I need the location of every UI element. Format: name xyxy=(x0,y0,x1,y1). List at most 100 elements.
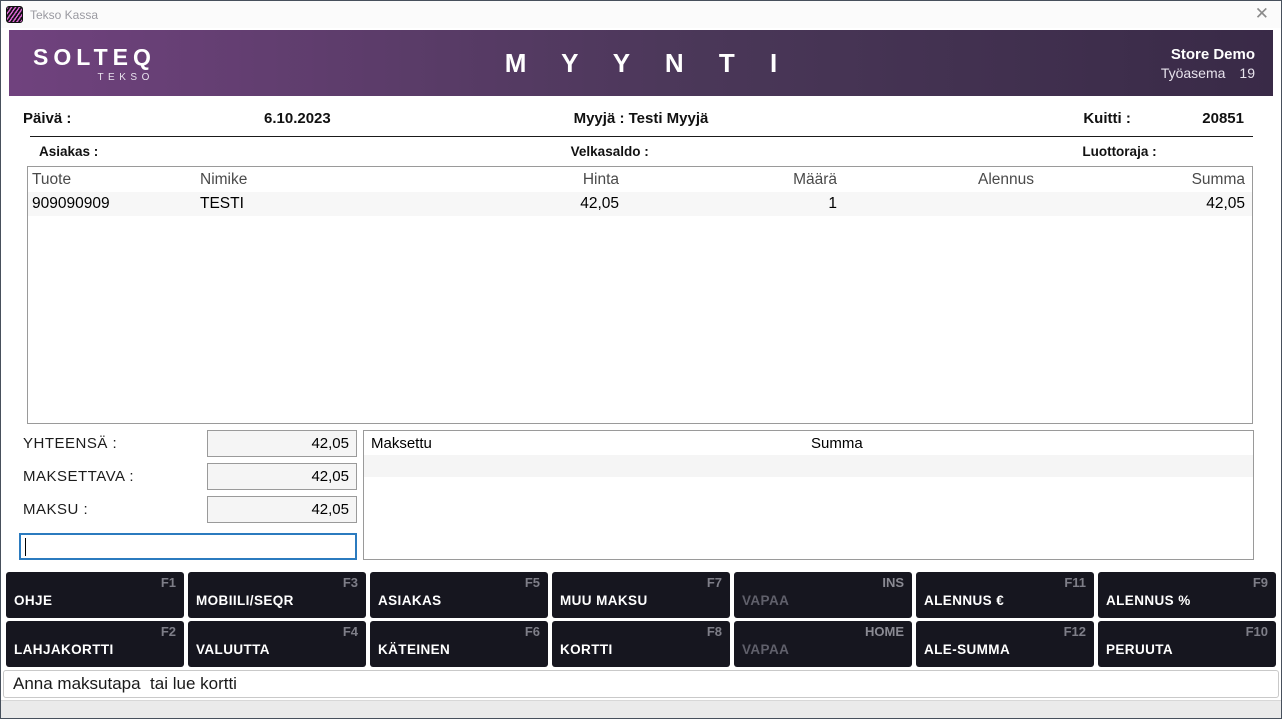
credit-label: Luottoraja : xyxy=(854,144,1281,159)
payment-row: MAKSU : 42,05 xyxy=(19,496,357,523)
date-value: 6.10.2023 xyxy=(264,110,331,127)
button-label: LAHJAKORTTI xyxy=(14,642,114,657)
payable-value: 42,05 xyxy=(207,463,357,490)
items-table-header: Tuote Nimike Hinta Määrä Alennus Summa xyxy=(28,167,1252,192)
button-peruuta[interactable]: F10 PERUUTA xyxy=(1098,621,1276,667)
button-mobiili-seqr[interactable]: F3 MOBIILI/SEQR xyxy=(188,572,366,618)
payment-label: MAKSU : xyxy=(19,501,207,518)
col-tuote: Tuote xyxy=(28,171,196,189)
payments-list-panel: Maksettu Summa xyxy=(363,430,1254,560)
cell-tuote: 909090909 xyxy=(28,195,196,213)
app-header: SOLTEQ TEKSO M Y Y N T I Store Demo Työa… xyxy=(9,30,1273,96)
button-label: OHJE xyxy=(14,593,52,608)
payment-value: 42,05 xyxy=(207,496,357,523)
totals-panel: YHTEENSÄ : 42,05 MAKSETTAVA : 42,05 MAKS… xyxy=(19,430,357,560)
debt-label: Velkasaldo : xyxy=(428,144,855,159)
cell-maara: 1 xyxy=(621,195,839,213)
key-label: HOME xyxy=(865,624,904,639)
payable-row: MAKSETTAVA : 42,05 xyxy=(19,463,357,490)
sum-column-header: Summa xyxy=(804,435,1253,452)
button-label: VAPAA xyxy=(742,593,789,608)
button-label: KÄTEINEN xyxy=(378,642,450,657)
button-label: VALUUTTA xyxy=(196,642,270,657)
payable-label: MAKSETTAVA : xyxy=(19,468,207,485)
customer-label: Asiakas : xyxy=(1,144,428,159)
button-label: ALENNUS % xyxy=(1106,593,1191,608)
workstation-number: 19 xyxy=(1239,65,1255,81)
paid-column-header: Maksettu xyxy=(364,435,804,452)
date-label: Päivä : xyxy=(23,110,264,127)
key-label: INS xyxy=(882,575,904,590)
key-label: F3 xyxy=(343,575,358,590)
app-window: Tekso Kassa ✕ SOLTEQ TEKSO M Y Y N T I S… xyxy=(0,0,1282,719)
button-label: KORTTI xyxy=(560,642,613,657)
key-label: F11 xyxy=(1064,575,1086,590)
sale-info-row: Päivä : 6.10.2023 Myyjä : Testi Myyjä Ku… xyxy=(1,110,1281,127)
key-label: F2 xyxy=(161,624,176,639)
key-label: F1 xyxy=(161,575,176,590)
button-muu-maksu[interactable]: F7 MUU MAKSU xyxy=(552,572,730,618)
key-label: F12 xyxy=(1064,624,1086,639)
key-label: F10 xyxy=(1246,624,1268,639)
button-kortti[interactable]: F8 KORTTI xyxy=(552,621,730,667)
receipt-cell: Kuitti : 20851 xyxy=(854,110,1281,127)
cell-summa: 42,05 xyxy=(1036,195,1252,213)
col-maara: Määrä xyxy=(621,171,839,189)
key-label: F8 xyxy=(707,624,722,639)
button-label: MUU MAKSU xyxy=(560,593,648,608)
col-nimike: Nimike xyxy=(196,171,451,189)
button-valuutta[interactable]: F4 VALUUTTA xyxy=(188,621,366,667)
button-label: PERUUTA xyxy=(1106,642,1173,657)
button-alennus-euro[interactable]: F11 ALENNUS € xyxy=(916,572,1094,618)
app-icon xyxy=(6,6,23,23)
button-asiakas[interactable]: F5 ASIAKAS xyxy=(370,572,548,618)
items-table: Tuote Nimike Hinta Määrä Alennus Summa 9… xyxy=(27,166,1253,424)
payments-empty-row xyxy=(364,455,1253,477)
col-summa: Summa xyxy=(1036,171,1252,189)
seller-line: Myyjä : Testi Myyjä xyxy=(428,110,855,127)
bottom-strip xyxy=(1,700,1281,718)
function-button-grid: F1 OHJE F3 MOBIILI/SEQR F5 ASIAKAS F7 MU… xyxy=(6,572,1276,667)
date-cell: Päivä : 6.10.2023 xyxy=(1,110,428,127)
table-row[interactable]: 909090909 TESTI 42,05 1 42,05 xyxy=(28,192,1252,216)
window-title: Tekso Kassa xyxy=(30,8,98,22)
button-label: ASIAKAS xyxy=(378,593,442,608)
payment-input[interactable] xyxy=(19,533,357,560)
button-ohje[interactable]: F1 OHJE xyxy=(6,572,184,618)
button-ale-summa[interactable]: F12 ALE-SUMMA xyxy=(916,621,1094,667)
store-info: Store Demo Työasema 19 xyxy=(1161,46,1255,81)
customer-info-row: Asiakas : Velkasaldo : Luottoraja : xyxy=(1,144,1281,159)
button-label: ALE-SUMMA xyxy=(924,642,1010,657)
button-label: VAPAA xyxy=(742,642,789,657)
close-icon[interactable]: ✕ xyxy=(1255,3,1269,25)
text-caret xyxy=(25,538,26,556)
store-name: Store Demo xyxy=(1161,46,1255,63)
button-label: MOBIILI/SEQR xyxy=(196,593,294,608)
col-hinta: Hinta xyxy=(451,171,621,189)
cell-hinta: 42,05 xyxy=(451,195,621,213)
workstation-info: Työasema 19 xyxy=(1161,65,1255,81)
button-vapaa-ins: INS VAPAA xyxy=(734,572,912,618)
col-alennus: Alennus xyxy=(839,171,1036,189)
button-alennus-prosentti[interactable]: F9 ALENNUS % xyxy=(1098,572,1276,618)
key-label: F7 xyxy=(707,575,722,590)
workstation-label: Työasema xyxy=(1161,65,1226,81)
key-label: F9 xyxy=(1253,575,1268,590)
button-lahjakortti[interactable]: F2 LAHJAKORTTI xyxy=(6,621,184,667)
key-label: F4 xyxy=(343,624,358,639)
button-vapaa-home: HOME VAPAA xyxy=(734,621,912,667)
receipt-number: 20851 xyxy=(1131,110,1281,127)
status-bar: Anna maksutapa tai lue kortti xyxy=(3,670,1279,698)
key-label: F5 xyxy=(525,575,540,590)
button-kateinen[interactable]: F6 KÄTEINEN xyxy=(370,621,548,667)
payment-section: YHTEENSÄ : 42,05 MAKSETTAVA : 42,05 MAKS… xyxy=(19,430,1254,560)
status-message: Anna maksutapa tai lue kortti xyxy=(13,674,237,694)
key-label: F6 xyxy=(525,624,540,639)
separator-line xyxy=(30,136,1253,137)
button-label: ALENNUS € xyxy=(924,593,1004,608)
page-title: M Y Y N T I xyxy=(9,48,1273,79)
total-label: YHTEENSÄ : xyxy=(19,435,207,452)
title-bar: Tekso Kassa ✕ xyxy=(1,1,1281,28)
total-row: YHTEENSÄ : 42,05 xyxy=(19,430,357,457)
receipt-label: Kuitti : xyxy=(1083,110,1130,127)
